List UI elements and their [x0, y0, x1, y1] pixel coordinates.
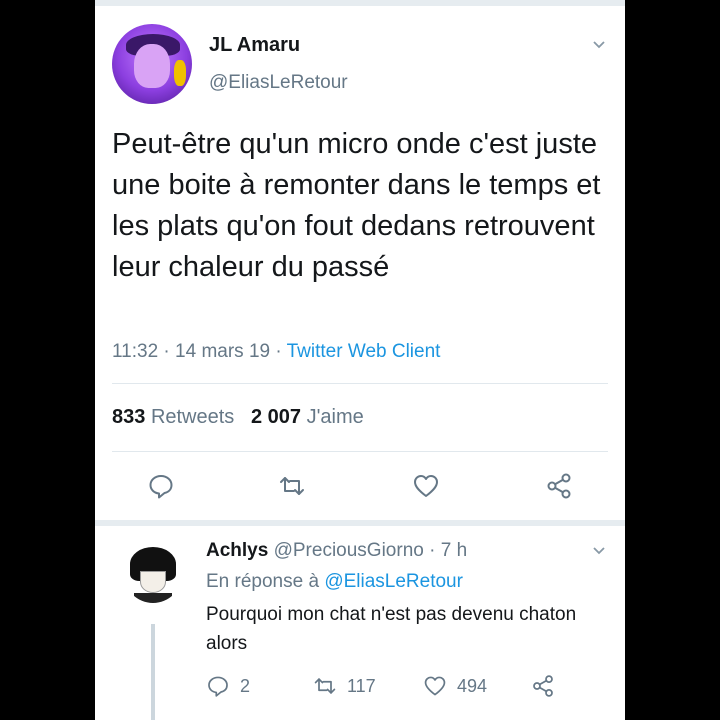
- section-separator: [95, 520, 625, 526]
- reply-author-name[interactable]: Achlys: [206, 540, 268, 561]
- reply-author-handle[interactable]: @PreciousGiorno: [274, 540, 424, 561]
- reply-count: 2: [240, 675, 251, 696]
- tweet-stats: 833 Retweets 2 007 J'aime: [112, 406, 364, 429]
- retweet-icon[interactable]: [278, 472, 306, 500]
- tweet-time[interactable]: 11:32: [112, 341, 158, 362]
- retweets-count: 833: [112, 406, 146, 428]
- divider: [112, 383, 608, 384]
- divider: [112, 451, 608, 452]
- thread-line: [151, 624, 155, 720]
- tweet-text: Peut-être qu'un micro onde c'est juste u…: [112, 128, 601, 283]
- reply-avatar[interactable]: [124, 545, 182, 603]
- avatar[interactable]: [112, 24, 192, 104]
- retweets-label: Retweets: [150, 406, 235, 428]
- chevron-down-icon[interactable]: [592, 38, 606, 52]
- heart-icon: [424, 676, 446, 696]
- avatar-decoration: [174, 60, 186, 86]
- tweet-date[interactable]: 14 mars 19: [175, 341, 270, 362]
- reply-avatar-face: [140, 571, 166, 593]
- author-name[interactable]: JL Amaru: [209, 34, 300, 57]
- tweet-meta: 11:32 · 14 mars 19 · Twitter Web Client: [112, 341, 440, 363]
- likes-label: J'aime: [306, 406, 364, 428]
- retweet-icon: [314, 678, 336, 694]
- tweet-client[interactable]: Twitter Web Client: [287, 341, 441, 362]
- share-action[interactable]: [531, 673, 555, 699]
- tweet-panel: JL Amaru @EliasLeRetour Peut-être qu'un …: [95, 0, 625, 720]
- author-handle[interactable]: @EliasLeRetour: [209, 72, 348, 94]
- likes-stat[interactable]: 2 007 J'aime: [251, 406, 364, 428]
- reply-avatar-shirt: [134, 593, 172, 603]
- share-icon[interactable]: [545, 472, 573, 500]
- heart-icon[interactable]: [412, 472, 440, 500]
- meta-separator: ·: [158, 341, 176, 362]
- retweet-count: 117: [347, 675, 376, 696]
- like-count: 494: [457, 675, 488, 696]
- replying-to: En réponse à @EliasLeRetour: [206, 571, 463, 593]
- reply-text: Pourquoi mon chat n'est pas devenu chato…: [206, 604, 577, 654]
- reply-icon[interactable]: [147, 472, 175, 500]
- reply-time[interactable]: · 7 h: [424, 540, 467, 561]
- retweets-stat[interactable]: 833 Retweets: [112, 406, 234, 428]
- reply-header: Achlys @PreciousGiorno · 7 h: [206, 540, 467, 562]
- replying-mention[interactable]: @EliasLeRetour: [324, 571, 463, 592]
- avatar-face: [134, 44, 170, 88]
- reply-action[interactable]: 2: [206, 673, 250, 699]
- reply-icon: [208, 676, 228, 697]
- like-action[interactable]: 494: [423, 673, 487, 699]
- replying-prefix: En réponse à: [206, 571, 320, 592]
- share-icon: [533, 675, 553, 697]
- top-edge: [95, 0, 625, 6]
- chevron-down-icon[interactable]: [592, 544, 606, 558]
- retweet-action[interactable]: 117: [313, 673, 376, 699]
- meta-separator: ·: [270, 341, 287, 362]
- likes-count: 2 007: [250, 406, 302, 428]
